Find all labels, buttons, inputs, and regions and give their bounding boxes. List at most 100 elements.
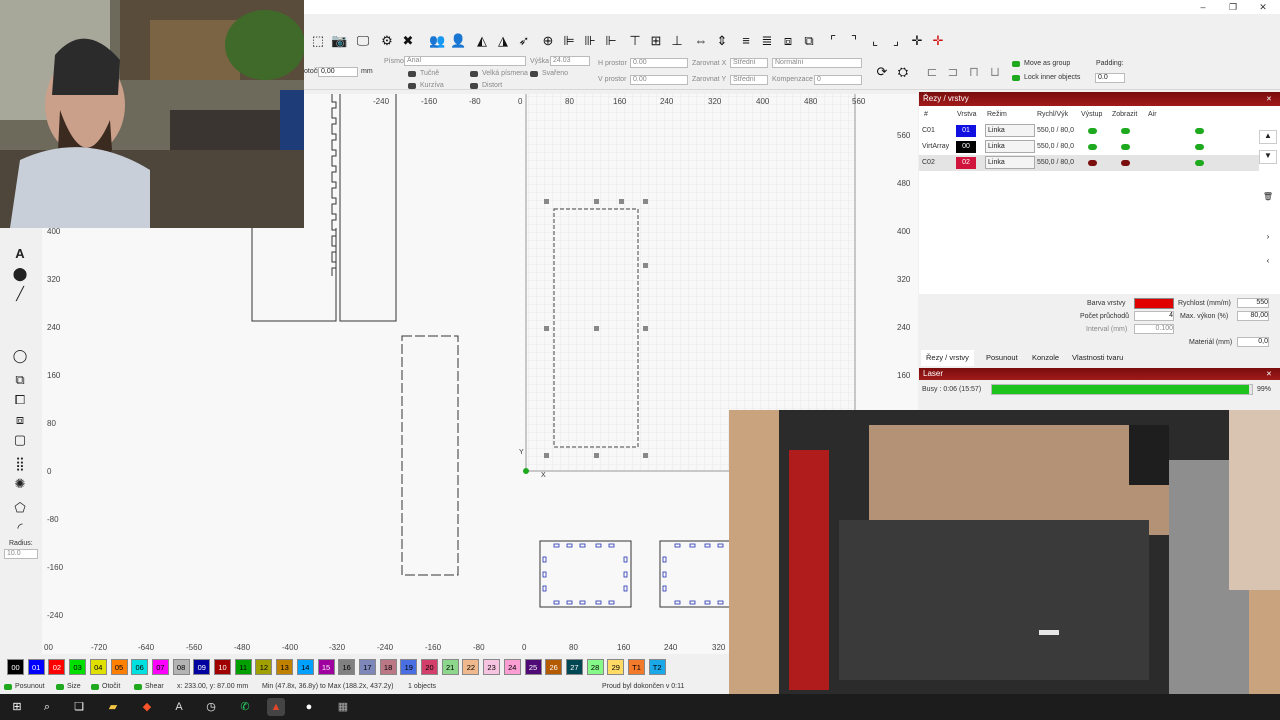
group-1-icon[interactable]: ⊏	[924, 64, 940, 80]
output-toggle[interactable]	[1088, 144, 1097, 150]
palette-color-10[interactable]: 10	[214, 659, 231, 675]
palette-color-T1[interactable]: T1	[628, 659, 645, 675]
shear-toggle[interactable]	[134, 684, 142, 690]
corner-radius-icon[interactable]: ◜	[12, 520, 28, 536]
palette-color-03[interactable]: 03	[69, 659, 87, 675]
file-explorer-icon[interactable]: ▰	[104, 698, 122, 716]
move-down-icon[interactable]: ▼	[1259, 150, 1277, 164]
start-icon[interactable]: ⊞	[8, 698, 26, 716]
offset-tool-icon[interactable]: ◯	[12, 348, 28, 364]
app-grey-icon[interactable]: ●	[300, 698, 318, 716]
palette-color-24[interactable]: 24	[503, 659, 521, 675]
marker-tool-icon[interactable]: ⬤	[12, 266, 28, 282]
lightburn-icon[interactable]: ▲	[267, 698, 285, 716]
whatsapp-icon[interactable]: ✆	[236, 698, 254, 716]
air-toggle[interactable]	[1195, 128, 1204, 134]
palette-color-T2[interactable]: T2	[648, 659, 666, 675]
palette-color-21[interactable]: 21	[441, 659, 459, 675]
palette-color-05[interactable]: 05	[110, 659, 128, 675]
minimize-button[interactable]: ‒	[1190, 0, 1216, 14]
palette-color-20[interactable]: 20	[421, 659, 438, 675]
close-button[interactable]: ✕	[1250, 0, 1276, 14]
text-tool-icon[interactable]: A	[12, 246, 28, 262]
interval-field[interactable]: 0.100	[1134, 324, 1174, 334]
move-toggle[interactable]	[4, 684, 12, 690]
layer-row[interactable]: C01 01 Linka 550,0 / 80,0	[919, 123, 1259, 139]
radius-field[interactable]: 10.0	[4, 549, 38, 559]
palette-color-04[interactable]: 04	[89, 659, 107, 675]
tab-console[interactable]: Konzole	[1027, 350, 1064, 366]
palette-color-23[interactable]: 23	[483, 659, 501, 675]
layer-swatch[interactable]: 02	[956, 157, 976, 169]
palette-color-16[interactable]: 16	[338, 659, 356, 675]
tab-shape-properties[interactable]: Vlastnosti tvaru	[1067, 350, 1128, 366]
palette-color-13[interactable]: 13	[276, 659, 294, 675]
output-toggle[interactable]	[1088, 128, 1097, 134]
palette-color-01[interactable]: 01	[27, 659, 45, 675]
palette-color-27[interactable]: 27	[565, 659, 583, 675]
tab-move[interactable]: Posunout	[981, 350, 1023, 366]
palette-color-28[interactable]: 28	[586, 659, 604, 675]
expand-icon[interactable]: ›	[1259, 232, 1277, 246]
clock-app-icon[interactable]: ◷	[202, 698, 220, 716]
palette-color-29[interactable]: 29	[607, 659, 625, 675]
output-toggle[interactable]	[1088, 160, 1097, 166]
calculator-icon[interactable]: ▦	[334, 698, 352, 716]
tab-layers[interactable]: Řezy / vrstvy	[921, 350, 974, 366]
boolean-diff-icon[interactable]: ⧠	[12, 392, 28, 408]
layer-mode-select[interactable]: Linka	[985, 140, 1035, 153]
palette-color-07[interactable]: 07	[151, 659, 169, 675]
search-icon[interactable]: ⌕	[38, 698, 56, 716]
move-up-icon[interactable]: ▲	[1259, 130, 1277, 144]
node-edit-icon[interactable]: ⬠	[12, 500, 28, 516]
palette-color-22[interactable]: 22	[462, 659, 480, 675]
palette-color-09[interactable]: 09	[193, 659, 211, 675]
restore-button[interactable]: ❐	[1220, 0, 1246, 14]
palette-color-17[interactable]: 17	[358, 659, 376, 675]
show-toggle[interactable]	[1121, 144, 1130, 150]
palette-color-14[interactable]: 14	[296, 659, 314, 675]
laser-close-icon[interactable]: ✕	[1266, 370, 1272, 378]
speed-field[interactable]: 550	[1237, 298, 1269, 308]
palette-color-12[interactable]: 12	[255, 659, 273, 675]
palette-color-19[interactable]: 19	[400, 659, 418, 675]
weld-icon[interactable]: ▢	[12, 432, 28, 448]
grid-array-icon[interactable]: ⣿	[12, 456, 28, 472]
palette-color-02[interactable]: 02	[48, 659, 66, 675]
boolean-union-icon[interactable]: ⧉	[12, 372, 28, 388]
origin-icon[interactable]: ✛	[930, 33, 946, 49]
group-3-icon[interactable]: ⊓	[966, 64, 982, 80]
air-toggle[interactable]	[1195, 160, 1204, 166]
app-a-icon[interactable]: A	[170, 698, 188, 716]
material-field[interactable]: 0,0	[1237, 337, 1269, 347]
layer-color-swatch[interactable]	[1134, 298, 1174, 309]
padding-field[interactable]: 0.0	[1095, 73, 1125, 83]
group-4-icon[interactable]: ⊔	[987, 64, 1003, 80]
palette-color-08[interactable]: 08	[172, 659, 190, 675]
circular-array-icon[interactable]: ✺	[12, 476, 28, 492]
layer-swatch[interactable]: 00	[956, 141, 976, 153]
measure-tool-icon[interactable]: ╱	[12, 286, 28, 302]
passes-field[interactable]: 4	[1134, 311, 1174, 321]
palette-color-15[interactable]: 15	[317, 659, 335, 675]
group-2-icon[interactable]: ⊐	[945, 64, 961, 80]
layer-mode-select[interactable]: Linka	[985, 124, 1035, 137]
palette-color-11[interactable]: 11	[234, 659, 252, 675]
boolean-intersect-icon[interactable]: ⧈	[12, 412, 28, 428]
brave-icon[interactable]: ◆	[138, 698, 156, 716]
palette-color-00[interactable]: 00	[7, 659, 24, 675]
show-toggle[interactable]	[1121, 128, 1130, 134]
layer-row[interactable]: C02 02 Linka 550,0 / 80,0	[919, 155, 1259, 171]
lock-inner-toggle[interactable]	[1012, 75, 1020, 81]
power-field[interactable]: 80,00	[1237, 311, 1269, 321]
palette-color-26[interactable]: 26	[545, 659, 563, 675]
move-group-toggle[interactable]	[1012, 61, 1020, 67]
layer-row[interactable]: VirtArray 00 Linka 550,0 / 80,0	[919, 139, 1259, 155]
size-toggle[interactable]	[56, 684, 64, 690]
rotate-toggle[interactable]	[91, 684, 99, 690]
panel-close-icon[interactable]: ✕	[1266, 95, 1272, 103]
task-view-icon[interactable]: ❏	[70, 698, 88, 716]
delete-layer-icon[interactable]: 🗑	[1259, 192, 1277, 206]
show-toggle[interactable]	[1121, 160, 1130, 166]
collapse-icon[interactable]: ‹	[1259, 256, 1277, 270]
